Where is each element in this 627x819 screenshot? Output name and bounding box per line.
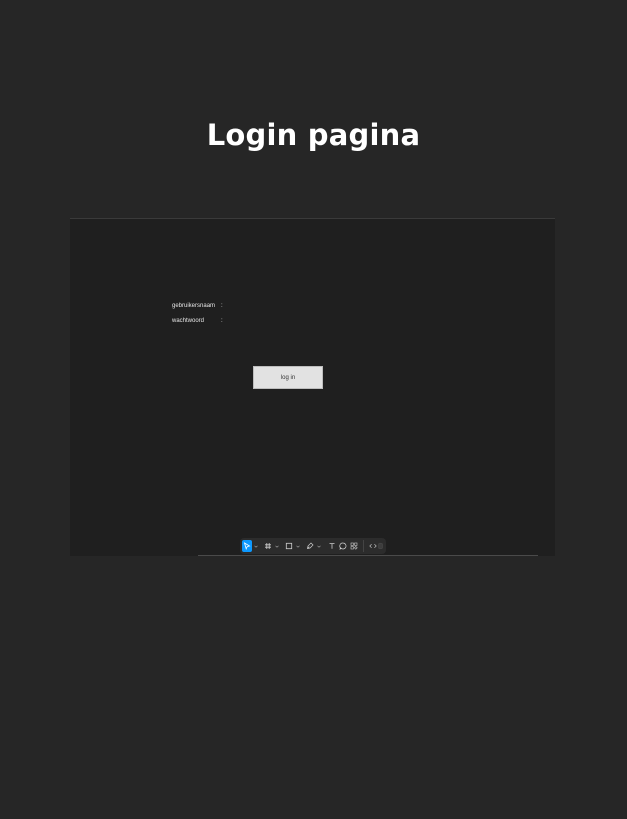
page: Login pagina gebruikersnaam : wachtwoord…: [0, 0, 627, 819]
page-title: Login pagina: [206, 118, 421, 152]
comment-tool-button[interactable]: [337, 540, 348, 552]
pen-icon: [307, 542, 314, 549]
username-label: gebruikersnaam: [172, 303, 216, 309]
comment-icon: [339, 542, 347, 550]
chevron-down-icon[interactable]: [317, 540, 322, 552]
embedded-screenshot: gebruikersnaam : wachtwoord : log in: [70, 218, 555, 556]
resources-tool-button[interactable]: [349, 540, 360, 552]
toggle-switch-icon: [378, 543, 383, 549]
cursor-icon: [244, 542, 251, 550]
design-toolbar: [240, 538, 386, 554]
text-tool-button[interactable]: [326, 540, 337, 552]
hash-icon: [264, 543, 271, 549]
frame-tool-button[interactable]: [262, 540, 273, 552]
move-tool-button[interactable]: [242, 540, 253, 552]
chevron-down-icon[interactable]: [275, 540, 280, 552]
pen-tool-button[interactable]: [305, 540, 316, 552]
username-separator: :: [221, 303, 223, 309]
password-label: wachtwoord: [172, 318, 205, 324]
toolbar-divider: [363, 540, 365, 552]
square-icon: [286, 542, 293, 550]
text-icon: [329, 543, 334, 549]
shape-tool-button[interactable]: [283, 540, 294, 552]
login-button[interactable]: log in: [253, 366, 323, 389]
dev-mode-toggle[interactable]: [369, 541, 384, 551]
components-icon: [351, 542, 358, 550]
canvas-bottom-edge: [198, 555, 538, 556]
chevron-down-icon[interactable]: [253, 540, 258, 552]
password-separator: :: [221, 318, 223, 324]
chevron-down-icon[interactable]: [296, 540, 301, 552]
code-icon: [369, 543, 377, 549]
